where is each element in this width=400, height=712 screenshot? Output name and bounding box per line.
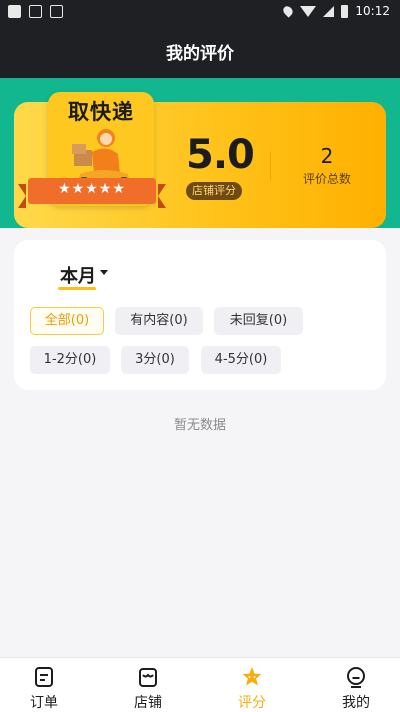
wifi-icon <box>300 5 317 17</box>
chip-with-content[interactable]: 有内容(0) <box>115 307 203 335</box>
tab-store[interactable]: 店铺 <box>108 658 188 712</box>
summary-divider <box>270 152 271 180</box>
status-bar: 10:12 <box>0 0 400 24</box>
tab-store-label: 店铺 <box>134 695 162 711</box>
period-selector[interactable]: 本月 <box>60 262 96 288</box>
chip-all[interactable]: 全部(0) <box>30 307 104 335</box>
bottom-tab-bar: 订单 店铺 评分 我的 <box>0 657 400 712</box>
store-score: 5.0 <box>186 132 255 178</box>
review-total-label: 评价总数 <box>302 172 351 186</box>
gallery-icon <box>29 5 42 18</box>
tab-orders[interactable]: 订单 <box>4 658 84 712</box>
tab-rating-label: 评分 <box>238 695 266 711</box>
profile-icon <box>347 667 365 688</box>
tab-orders-label: 订单 <box>30 695 58 711</box>
battery-icon <box>341 4 349 18</box>
store-icon <box>139 668 157 687</box>
chip-4-5-stars[interactable]: 4-5分(0) <box>201 346 281 374</box>
empty-state-text: 暂无数据 <box>173 418 226 433</box>
period-underline <box>58 287 96 290</box>
page-title: 我的评价 <box>166 43 234 64</box>
tab-profile-label: 我的 <box>342 695 370 711</box>
chip-unreplied[interactable]: 未回复(0) <box>214 307 303 335</box>
stars-icon: ★★★★★ <box>58 181 126 197</box>
logo-text: 取快递 <box>68 100 134 124</box>
tab-profile[interactable]: 我的 <box>316 658 396 712</box>
notification-icon <box>8 5 21 18</box>
status-time: 10:12 <box>355 4 390 18</box>
tab-rating[interactable]: 评分 <box>212 658 292 712</box>
chip-1-2-stars[interactable]: 1-2分(0) <box>30 346 110 374</box>
app-icon <box>50 5 63 18</box>
review-total: 2 <box>320 144 334 168</box>
order-icon <box>35 667 53 687</box>
store-score-label: 店铺评分 <box>186 182 242 200</box>
caret-down-icon[interactable] <box>100 270 108 275</box>
page-header: 我的评价 <box>0 24 400 78</box>
signal-icon <box>323 5 335 17</box>
location-icon <box>281 4 296 18</box>
star-icon <box>242 667 262 686</box>
chip-3-stars[interactable]: 3分(0) <box>121 346 189 374</box>
